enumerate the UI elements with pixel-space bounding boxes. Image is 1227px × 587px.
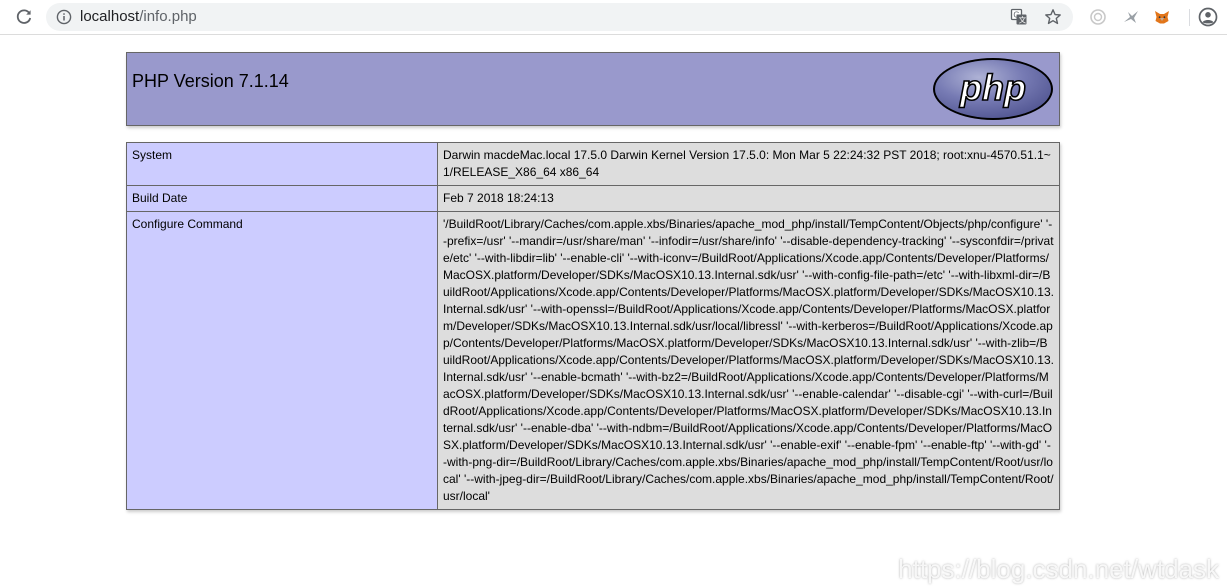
- address-bar[interactable]: localhost/info.php G 文: [46, 3, 1073, 31]
- row-value: Darwin macdeMac.local 17.5.0 Darwin Kern…: [437, 142, 1060, 186]
- star-icon[interactable]: [1044, 8, 1062, 26]
- row-label: System: [126, 142, 438, 186]
- php-logo[interactable]: php: [932, 57, 1054, 121]
- extension-fox-icon[interactable]: [1150, 5, 1174, 29]
- svg-text:文: 文: [1019, 15, 1027, 25]
- url-text[interactable]: localhost/info.php: [80, 8, 197, 26]
- extension-bird-icon[interactable]: [1119, 5, 1143, 29]
- php-logo-text: php: [959, 67, 1026, 108]
- browser-toolbar: localhost/info.php G 文: [0, 0, 1227, 35]
- row-label: Configure Command: [126, 211, 438, 510]
- page-title: PHP Version 7.1.14: [132, 71, 289, 91]
- php-header: PHP Version 7.1.14 php: [126, 52, 1060, 126]
- account-icon[interactable]: [1196, 5, 1220, 29]
- watermark: https://blog.csdn.net/wtdask: [898, 554, 1219, 584]
- url-path: /info.php: [139, 8, 197, 25]
- row-value: Feb 7 2018 18:24:13: [437, 185, 1060, 212]
- table-row: Build Date Feb 7 2018 18:24:13: [126, 185, 1060, 212]
- table-row: System Darwin macdeMac.local 17.5.0 Darw…: [126, 142, 1060, 186]
- reload-icon[interactable]: [12, 5, 36, 29]
- row-value: '/BuildRoot/Library/Caches/com.apple.xbs…: [437, 211, 1060, 510]
- table-row: Configure Command '/BuildRoot/Library/Ca…: [126, 211, 1060, 510]
- phpinfo-container: PHP Version 7.1.14 php System Darwin mac…: [126, 52, 1060, 510]
- extension-circle-icon[interactable]: [1086, 5, 1110, 29]
- info-table: System Darwin macdeMac.local 17.5.0 Darw…: [126, 142, 1060, 510]
- url-host: localhost: [80, 8, 140, 25]
- translate-icon[interactable]: G 文: [1010, 8, 1028, 26]
- row-label: Build Date: [126, 185, 438, 212]
- info-icon[interactable]: [56, 9, 72, 25]
- toolbar-divider: [1189, 9, 1190, 26]
